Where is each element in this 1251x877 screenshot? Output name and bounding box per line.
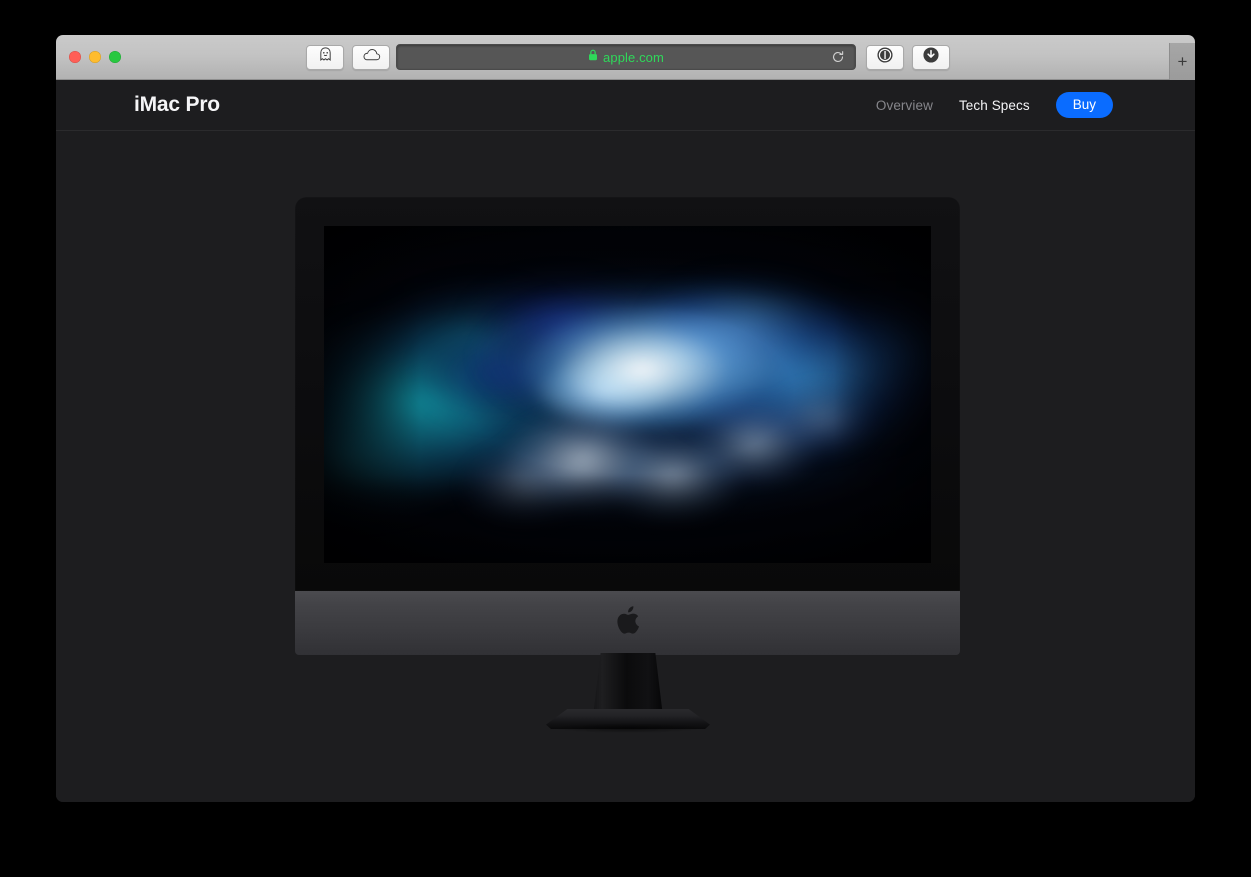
toolbar-extension-buttons [306,44,390,70]
imac-screen-wallpaper [324,226,931,563]
imac-pro-product-image [295,197,960,735]
wallpaper-deep-blue-cloud [324,226,931,563]
window-minimize-button[interactable] [89,51,101,63]
browser-toolbar: apple.com + [56,35,1195,80]
reload-icon[interactable] [829,48,847,66]
page-content: iMac Pro Overview Tech Specs Buy [56,80,1195,802]
address-bar[interactable]: apple.com [396,44,856,70]
privacy-shield-icon [876,46,894,69]
wallpaper-teal-cloud [324,226,931,563]
apple-logo-icon [614,604,641,642]
imac-chin [295,591,960,655]
downloads-button[interactable] [912,44,950,70]
imac-stand-shadow [523,721,733,735]
icloud-extension-button[interactable] [352,44,390,70]
nav-link-overview[interactable]: Overview [876,98,933,113]
wallpaper-bright-core [324,226,931,563]
ghost-icon [317,46,334,68]
new-tab-button[interactable]: + [1169,43,1195,80]
window-traffic-lights [69,51,121,63]
nav-link-tech-specs[interactable]: Tech Specs [959,98,1030,113]
window-close-button[interactable] [69,51,81,63]
privacy-report-button[interactable] [866,44,904,70]
lock-icon [588,48,598,66]
imac-display-enclosure [295,197,960,591]
wallpaper-base-layer [324,226,931,563]
ghost-extension-button[interactable] [306,44,344,70]
nav-links: Overview Tech Specs Buy [876,92,1113,118]
buy-button[interactable]: Buy [1055,92,1113,118]
page-title: iMac Pro [134,93,220,116]
site-nav-bar: iMac Pro Overview Tech Specs Buy [56,80,1195,131]
cloud-icon [362,47,381,67]
toolbar-right-buttons [866,44,950,70]
download-arrow-icon [922,46,940,69]
browser-window: apple.com + iMac Pro Overview Tech Specs… [56,35,1195,802]
url-group: apple.com [588,48,664,66]
wallpaper-cloud-puffs [324,226,931,563]
window-maximize-button[interactable] [109,51,121,63]
wallpaper-blue-cloud [324,226,931,563]
url-text: apple.com [603,49,664,65]
hero-section [56,131,1195,802]
wallpaper-vignette [324,226,931,563]
